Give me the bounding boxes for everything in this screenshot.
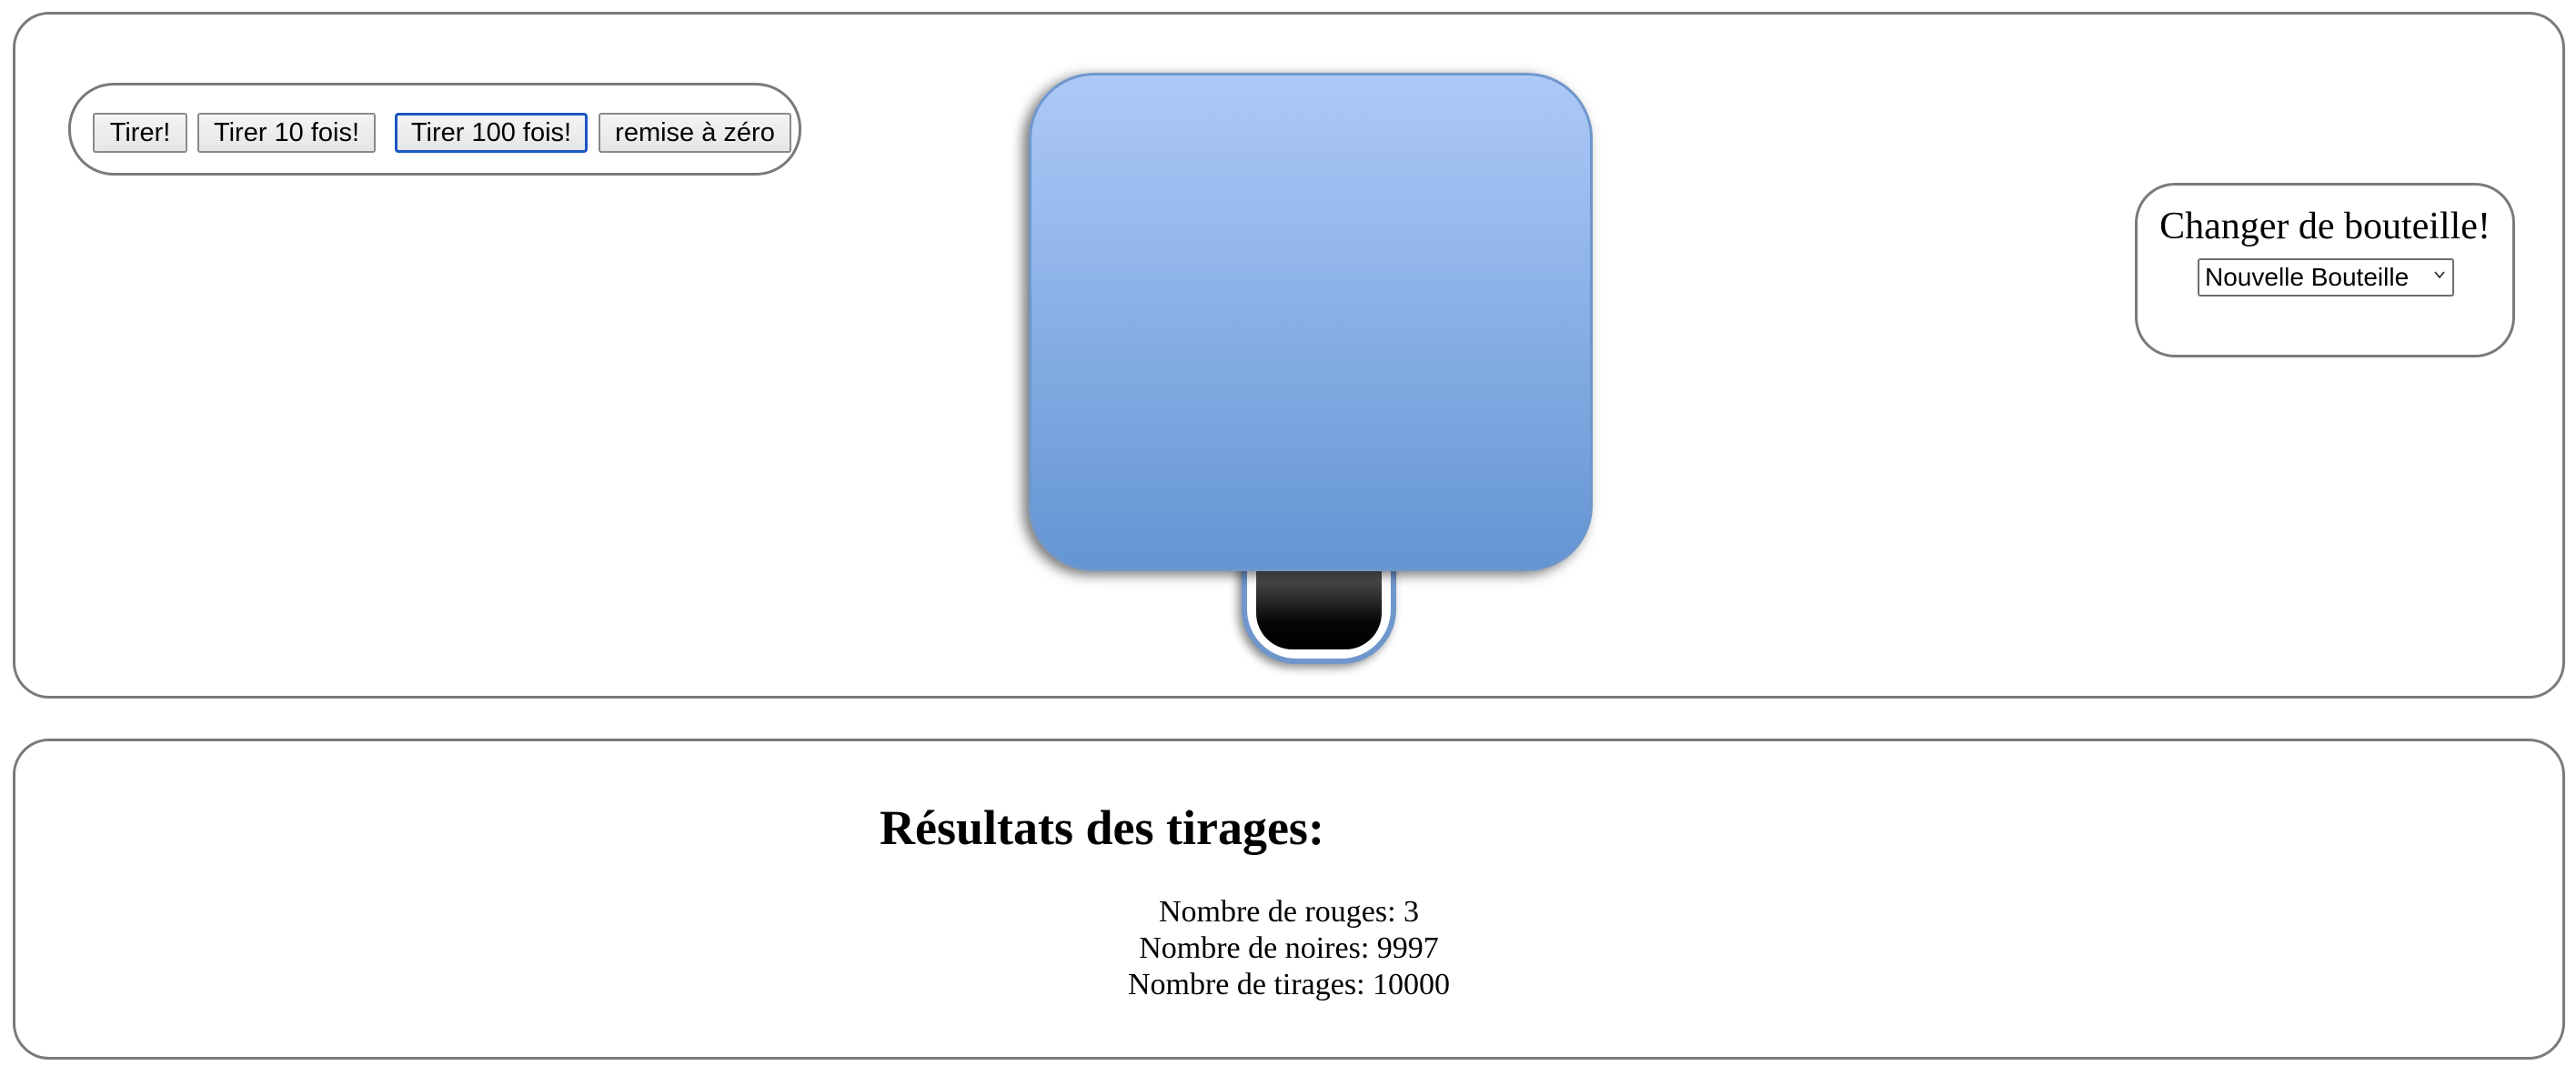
results-title: Résultats des tirages: xyxy=(880,800,1324,855)
draw-button[interactable]: Tirer! xyxy=(93,113,187,153)
black-count-value: 9997 xyxy=(1376,931,1439,965)
total-count-label: Nombre de tirages: xyxy=(1127,968,1365,1001)
change-bottle-group: Changer de bouteille! Nouvelle Bouteille xyxy=(2135,183,2515,357)
bottle xyxy=(1009,62,1600,689)
red-count-value: 3 xyxy=(1404,895,1420,929)
simulation-panel: Tirer! Tirer 10 fois! Tirer 100 fois! re… xyxy=(13,12,2565,699)
total-count-line: Nombre de tirages: 10000 xyxy=(15,967,2562,1003)
draw-10-button[interactable]: Tirer 10 fois! xyxy=(197,113,376,153)
reset-button[interactable]: remise à zéro xyxy=(599,113,791,153)
black-ball xyxy=(1256,560,1382,649)
bottle-body xyxy=(1029,73,1593,571)
draw-100-button[interactable]: Tirer 100 fois! xyxy=(395,113,588,153)
change-bottle-title: Changer de bouteille! xyxy=(2159,206,2490,247)
red-count-line: Nombre de rouges: 3 xyxy=(15,894,2562,930)
black-count-line: Nombre de noires: 9997 xyxy=(15,930,2562,967)
black-count-label: Nombre de noires: xyxy=(1139,931,1370,965)
total-count-value: 10000 xyxy=(1373,968,1451,1001)
chevron-down-icon xyxy=(2434,271,2445,279)
results-panel: Résultats des tirages: Nombre de rouges:… xyxy=(13,739,2565,1060)
bottle-select-value: Nouvelle Bouteille xyxy=(2205,263,2410,291)
draw-controls: Tirer! Tirer 10 fois! Tirer 100 fois! re… xyxy=(68,83,801,176)
bottle-select[interactable]: Nouvelle Bouteille xyxy=(2198,258,2454,297)
red-count-label: Nombre de rouges: xyxy=(1158,895,1396,929)
